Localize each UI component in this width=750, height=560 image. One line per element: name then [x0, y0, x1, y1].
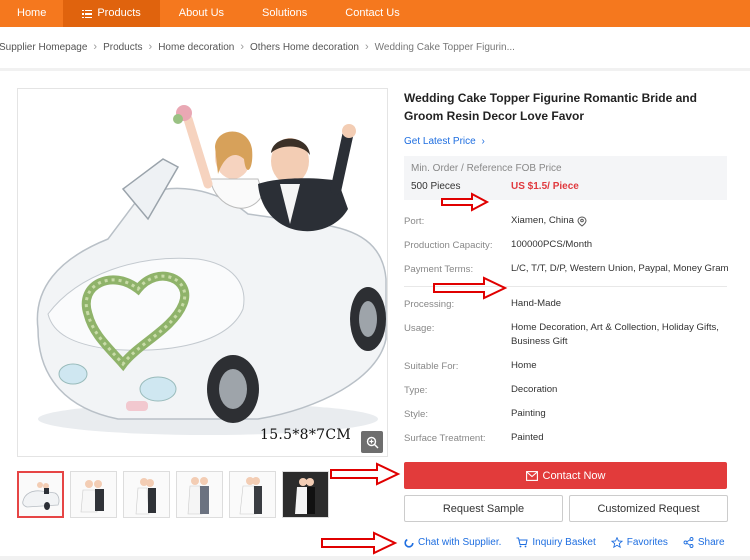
payment-terms-value: L/C, T/T, D/P, Western Union, Paypal, Mo…: [511, 263, 729, 274]
nav-solutions[interactable]: Solutions: [243, 0, 326, 27]
inquiry-basket-link[interactable]: Inquiry Basket: [516, 537, 596, 548]
style-label: Style:: [404, 409, 428, 420]
location-pin-icon: [577, 215, 587, 227]
reference-price: US $1.5/ Piece: [511, 181, 579, 192]
star-icon: [610, 537, 623, 548]
usage-value: Home Decoration, Art & Collection, Holid…: [511, 322, 719, 347]
breadcrumb: Supplier Homepage › Products › Home deco…: [0, 41, 515, 53]
style-value: Painting: [511, 408, 546, 419]
chat-loading-icon: [404, 537, 414, 548]
favorites-label: Favorites: [626, 537, 668, 548]
breadcrumb-current: Wedding Cake Topper Figurin...: [374, 41, 515, 53]
product-title: Wedding Cake Topper Figurine Romantic Br…: [404, 91, 697, 123]
nav-contact-us-label: Contact Us: [345, 7, 400, 19]
surface-treatment-value: Painted: [511, 432, 544, 443]
nav-contact-us[interactable]: Contact Us: [326, 0, 418, 27]
breadcrumb-others-home-decoration[interactable]: Others Home decoration: [250, 42, 359, 53]
nav-solutions-label: Solutions: [262, 7, 308, 19]
payment-terms-label: Payment Terms:: [404, 264, 474, 275]
envelope-icon: [525, 470, 538, 481]
bottom-action-links: Chat with Supplier. Inquiry Basket Favor…: [404, 537, 740, 548]
zoom-in-button[interactable]: [361, 431, 383, 453]
request-sample-label: Request Sample: [442, 502, 525, 515]
inquiry-basket-label: Inquiry Basket: [532, 537, 596, 548]
suitable-for-value: Home: [511, 360, 537, 371]
thumbnail-strip: [17, 471, 335, 518]
request-sample-button[interactable]: Request Sample: [404, 495, 563, 522]
thumbnail-2[interactable]: [70, 471, 117, 518]
contact-now-label: Contact Now: [542, 469, 606, 482]
chat-with-supplier-label: Chat with Supplier.: [418, 537, 502, 548]
min-order-quantity: 500 Pieces: [411, 181, 461, 192]
port-value-text: Xiamen, China: [511, 215, 574, 226]
production-capacity-value: 100000PCS/Month: [511, 239, 593, 250]
customized-request-button[interactable]: Customized Request: [569, 495, 728, 522]
product-size-label: 15.5*8*7CM: [260, 427, 352, 443]
annotation-arrow-icon: [321, 531, 398, 555]
chevron-right-icon: ›: [481, 136, 485, 147]
port-label: Port:: [404, 216, 425, 227]
share-icon: [683, 537, 694, 548]
processing-value: Hand-Made: [511, 298, 562, 309]
thumbnail-couple-embrace-image: [239, 477, 262, 515]
thumbnail-4[interactable]: [176, 471, 223, 518]
type-label: Type:: [404, 385, 428, 396]
chevron-right-icon: ›: [240, 41, 245, 53]
nav-products[interactable]: Products: [63, 0, 160, 27]
contact-now-button[interactable]: Contact Now: [404, 462, 727, 489]
surface-treatment-label: Surface Treatment:: [404, 433, 486, 444]
bottom-border: [0, 556, 750, 560]
share-link[interactable]: Share: [683, 537, 725, 548]
attributes-divider: [404, 286, 727, 287]
thumbnail-car-image: [22, 482, 60, 510]
menu-icon: [82, 9, 93, 18]
thumbnail-couple-standing-image: [187, 477, 209, 515]
thumbnail-3[interactable]: [123, 471, 170, 518]
chevron-right-icon: ›: [148, 41, 153, 53]
favorites-link[interactable]: Favorites: [610, 537, 668, 548]
price-header: Min. Order / Reference FOB Price: [411, 163, 562, 174]
usage-label: Usage:: [404, 323, 435, 334]
breadcrumb-products[interactable]: Products: [103, 42, 142, 53]
breadcrumb-supplier-homepage[interactable]: Supplier Homepage: [0, 42, 87, 53]
cart-icon: [516, 537, 529, 548]
thumbnail-1[interactable]: [17, 471, 64, 518]
thumbnail-6[interactable]: [282, 471, 329, 518]
nav-home[interactable]: Home: [0, 0, 63, 27]
product-main-image[interactable]: 15.5*8*7CM: [17, 88, 388, 457]
chat-with-supplier-link[interactable]: Chat with Supplier.: [404, 537, 501, 548]
type-value: Decoration: [511, 384, 558, 395]
thumbnail-couple-dark-image: [295, 478, 315, 514]
suitable-for-label: Suitable For:: [404, 361, 459, 372]
price-box: Min. Order / Reference FOB Price 500 Pie…: [404, 156, 727, 200]
thumbnail-couple-image: [80, 480, 104, 513]
thumbnail-5[interactable]: [229, 471, 276, 518]
chevron-right-icon: ›: [93, 41, 98, 53]
get-latest-price-label: Get Latest Price: [404, 136, 476, 147]
section-divider: [0, 68, 750, 71]
thumbnail-couple-kiss-image: [135, 478, 156, 515]
nav-about-us-label: About Us: [178, 7, 225, 19]
production-capacity-label: Production Capacity:: [404, 240, 493, 251]
annotation-arrow-icon: [330, 462, 401, 486]
port-value: Xiamen, China: [511, 214, 587, 228]
nav-home-label: Home: [17, 7, 47, 19]
customized-request-label: Customized Request: [597, 502, 700, 515]
nav-products-label: Products: [97, 7, 141, 19]
nav-about-us[interactable]: About Us: [160, 0, 243, 27]
annotation-arrow-icon: [433, 276, 508, 300]
chevron-right-icon: ›: [364, 41, 369, 53]
zoom-in-icon: [366, 436, 378, 448]
get-latest-price-link[interactable]: Get Latest Price ›: [404, 136, 485, 147]
share-label: Share: [697, 537, 725, 548]
top-nav: Home Products About Us Solutions Contact…: [0, 0, 750, 27]
processing-label: Processing:: [404, 299, 455, 310]
breadcrumb-home-decoration[interactable]: Home decoration: [158, 42, 234, 53]
wedding-car-figurine-image: [36, 105, 387, 435]
